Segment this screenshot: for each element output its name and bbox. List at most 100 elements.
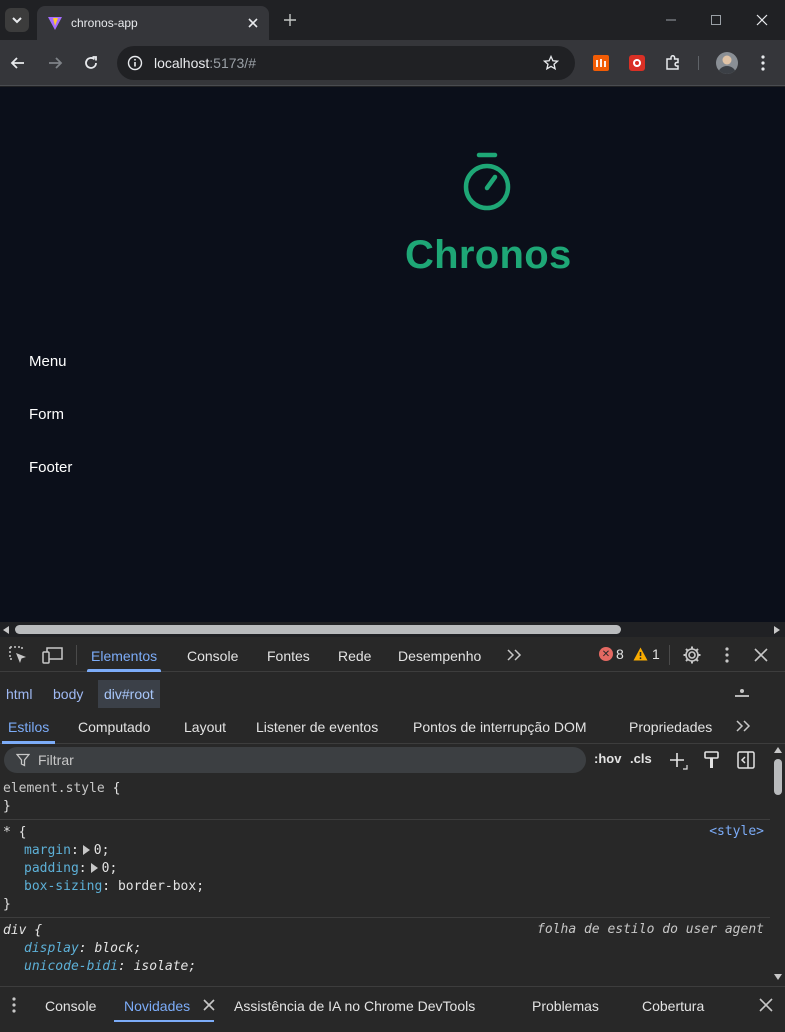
close-devtools-icon[interactable] xyxy=(749,643,773,667)
settings-gear-icon[interactable] xyxy=(680,643,704,667)
css-prop-value: isolate xyxy=(133,959,189,974)
warning-counter[interactable]: 1 xyxy=(633,646,660,662)
extension-orange-icon[interactable] xyxy=(591,53,611,73)
drawer-tab-assistencia-ia[interactable]: Assistência de IA no Chrome DevTools xyxy=(234,987,475,1023)
device-toolbar-icon[interactable] xyxy=(41,643,65,667)
css-prop-name[interactable]: margin xyxy=(3,843,71,858)
profile-avatar[interactable] xyxy=(716,52,738,74)
paint-brush-icon[interactable] xyxy=(703,750,721,770)
expand-triangle-icon[interactable] xyxy=(82,845,90,855)
subtab-propriedades[interactable]: Propriedades xyxy=(629,708,712,744)
bookmark-star-icon[interactable] xyxy=(541,53,561,73)
page-link-list: Menu Form Footer xyxy=(29,352,72,511)
url-host: localhost xyxy=(154,55,210,71)
link-footer[interactable]: Footer xyxy=(29,458,72,511)
inspect-element-icon[interactable] xyxy=(6,643,30,667)
breadcrumb-div-root[interactable]: div#root xyxy=(98,680,160,708)
rule-source-link[interactable]: <style> xyxy=(709,824,764,839)
breadcrumb-html[interactable]: html xyxy=(0,680,38,708)
css-prop-value: block xyxy=(94,941,134,956)
subtab-estilos[interactable]: Estilos xyxy=(1,708,56,744)
styles-filter-input[interactable] xyxy=(4,747,586,773)
css-prop-value[interactable]: border-box xyxy=(118,879,196,894)
subtab-listener-de-eventos[interactable]: Listener de eventos xyxy=(256,708,378,744)
css-prop-value[interactable]: 0 xyxy=(94,843,102,858)
error-count: 8 xyxy=(616,646,624,662)
tab-rede[interactable]: Rede xyxy=(338,637,371,672)
browser-toolbar: localhost:5173/# xyxy=(0,40,785,86)
forward-button[interactable] xyxy=(43,51,67,75)
error-counter[interactable]: ✕ 8 xyxy=(599,646,624,662)
maximize-button[interactable] xyxy=(706,10,726,30)
devtools-panel: Elementos Console Fontes Rede Desempenho… xyxy=(0,637,785,1032)
close-drawer-icon[interactable] xyxy=(759,998,773,1012)
horizontal-scrollbar[interactable] xyxy=(0,622,785,637)
minimize-button[interactable] xyxy=(661,10,681,30)
subtab-pontos-de-interrupcao-dom[interactable]: Pontos de interrupção DOM xyxy=(413,708,587,744)
drawer-tab-cobertura[interactable]: Cobertura xyxy=(642,987,704,1023)
link-menu[interactable]: Menu xyxy=(29,352,72,405)
site-info-icon[interactable] xyxy=(125,53,145,73)
scroll-down-arrow-icon[interactable] xyxy=(774,974,782,980)
close-drawer-tab-icon[interactable] xyxy=(202,998,216,1012)
error-icon: ✕ xyxy=(599,647,613,661)
tab-elementos[interactable]: Elementos xyxy=(86,637,162,672)
styles-filter-row: :hov .cls xyxy=(0,745,785,775)
browser-menu-icon[interactable] xyxy=(753,53,773,73)
toggle-sidebar-icon[interactable] xyxy=(736,750,756,770)
link-form[interactable]: Form xyxy=(29,405,72,458)
styles-pane: element.style { } * { <style> margin: 0; … xyxy=(0,776,770,984)
warning-count: 1 xyxy=(652,646,660,662)
styles-vertical-scrollbar[interactable] xyxy=(771,745,785,984)
minimize-icon xyxy=(666,19,676,21)
accessibility-person-icon[interactable] xyxy=(733,688,751,708)
more-tabs-icon[interactable] xyxy=(502,643,526,667)
rule-div-user-agent[interactable]: div { folha de estilo do user agent disp… xyxy=(0,918,770,979)
drawer-tab-problemas[interactable]: Problemas xyxy=(532,987,599,1023)
extension-red-icon[interactable] xyxy=(627,53,647,73)
expand-triangle-icon[interactable] xyxy=(90,863,98,873)
scroll-up-arrow-icon[interactable] xyxy=(774,747,782,753)
drawer-content-sliver xyxy=(0,1022,785,1032)
css-prop-name: display xyxy=(24,941,79,956)
drawer-tab-novidades[interactable]: Novidades xyxy=(113,987,215,1023)
new-style-rule-icon[interactable] xyxy=(668,751,688,771)
drawer-tab-console[interactable]: Console xyxy=(45,987,96,1023)
reload-button[interactable] xyxy=(79,51,103,75)
browser-tab-active[interactable]: chronos-app xyxy=(37,6,269,40)
vite-logo-icon xyxy=(47,15,63,31)
back-button[interactable] xyxy=(6,51,30,75)
rule-universal[interactable]: * { <style> margin: 0; padding: 0; box-siz… xyxy=(0,820,770,918)
devtools-menu-icon[interactable] xyxy=(715,643,739,667)
breadcrumb-body[interactable]: body xyxy=(47,680,89,708)
page-viewport: Chronos Menu Form Footer xyxy=(0,87,785,622)
warning-icon xyxy=(633,647,648,661)
subtab-computado[interactable]: Computado xyxy=(78,708,150,744)
scroll-right-arrow-icon[interactable] xyxy=(772,624,782,635)
close-icon xyxy=(756,14,768,26)
toolbar-separator xyxy=(669,645,670,665)
css-prop-name[interactable]: padding xyxy=(3,861,79,876)
css-prop-name[interactable]: box-sizing xyxy=(3,879,102,894)
tab-desempenho[interactable]: Desempenho xyxy=(398,637,481,672)
rule-element-style[interactable]: element.style { } xyxy=(0,776,770,820)
horizontal-scroll-thumb[interactable] xyxy=(15,625,621,634)
address-bar[interactable]: localhost:5173/# xyxy=(117,46,575,80)
subtab-layout[interactable]: Layout xyxy=(184,708,226,744)
drawer-menu-icon[interactable] xyxy=(12,997,20,1015)
tab-fontes[interactable]: Fontes xyxy=(267,637,310,672)
more-subtabs-icon[interactable] xyxy=(735,719,751,732)
styles-scroll-thumb[interactable] xyxy=(774,759,782,795)
scroll-left-arrow-icon[interactable] xyxy=(1,624,11,635)
element-style-selector: element.style xyxy=(3,781,105,796)
close-window-button[interactable] xyxy=(752,10,772,30)
tab-console[interactable]: Console xyxy=(187,637,238,672)
devtools-drawer-tabbar: Console Novidades Assistência de IA no C… xyxy=(0,986,785,1023)
hover-state-toggle[interactable]: :hov xyxy=(594,751,621,766)
tab-search-button[interactable] xyxy=(5,8,29,32)
extensions-puzzle-icon[interactable] xyxy=(663,53,683,73)
brand-title: Chronos xyxy=(405,233,572,277)
new-tab-button[interactable] xyxy=(280,10,300,30)
tab-close-icon[interactable] xyxy=(243,13,263,33)
class-toggle[interactable]: .cls xyxy=(630,751,652,766)
